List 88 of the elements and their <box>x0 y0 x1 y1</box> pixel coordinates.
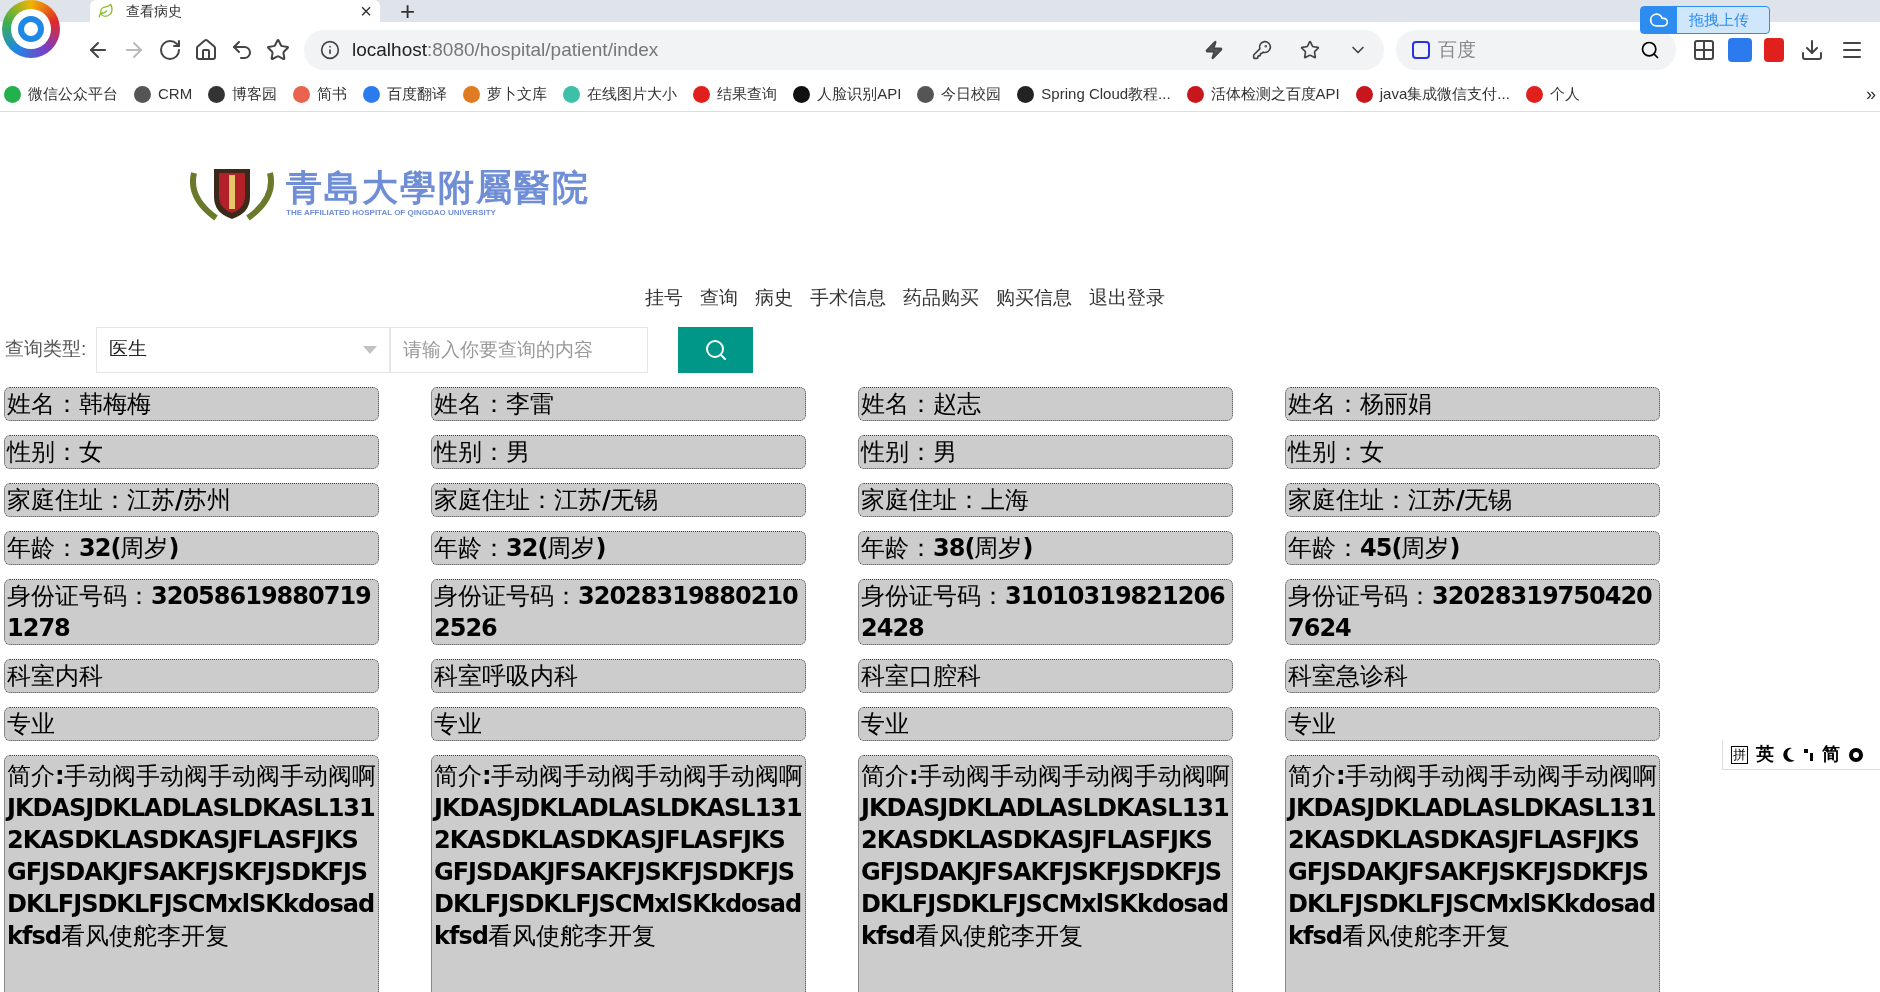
doctor-name: 姓名：李雷 <box>431 386 806 421</box>
doctor-address: 家庭住址：江苏/无锡 <box>431 482 806 517</box>
doctor-intro: 简介:手动阀手动阀手动阀手动阀啊JKDASJDKLADLASLDKASL1312KASDKLASDKASJFLASFJKSGFJSDAKJFSAKFJSKFJSDKFJSDKLFJSDKLFJSCMxlSKkdosadkfsd看风使舵李开复 <box>1285 754 1660 992</box>
doctor-sex: 性别：女 <box>4 434 379 469</box>
doctor-age: 年龄：32(周岁) <box>431 530 806 565</box>
url-text: localhost:8080/hospital/patient/index <box>352 37 659 62</box>
doctor-department: 科室呼吸内科 <box>431 658 806 693</box>
doctor-id-number: 身份证号码：320283197504207624 <box>1285 578 1660 645</box>
bookmark[interactable]: Spring Cloud教程... <box>1017 83 1171 106</box>
undo-icon[interactable] <box>230 38 254 62</box>
doctor-sex: 性别：女 <box>1285 434 1660 469</box>
bookmark[interactable]: CRM <box>134 83 193 106</box>
doctor-name: 姓名：杨丽娟 <box>1285 386 1660 421</box>
nav-link[interactable]: 病史 <box>755 284 793 313</box>
query-type-label: 查询类型: <box>5 337 87 362</box>
doctor-sex: 性别：男 <box>431 434 806 469</box>
type-select[interactable]: 医生 <box>96 326 391 373</box>
search-icon[interactable] <box>1640 40 1660 60</box>
tab-close[interactable]: × <box>360 1 372 21</box>
nav-link[interactable]: 退出登录 <box>1089 284 1165 313</box>
doctor-department: 科室口腔科 <box>858 658 1233 693</box>
doctor-major: 专业 <box>1285 706 1660 741</box>
bookmark[interactable]: 简书 <box>293 83 348 106</box>
lightning-icon[interactable] <box>1204 40 1224 60</box>
search-placeholder: 百度 <box>1438 37 1476 62</box>
bookmark[interactable]: 微信公众平台 <box>4 83 118 106</box>
nav-link[interactable]: 购买信息 <box>996 284 1072 313</box>
bookmark[interactable]: 人脸识别API <box>793 83 902 106</box>
info-icon <box>320 40 340 60</box>
doctor-name: 姓名：赵志 <box>858 386 1233 421</box>
bookmark[interactable]: 在线图片大小 <box>563 83 678 106</box>
hospital-subtitle: THE AFFILIATED HOSPITAL OF QINGDAO UNIVERSITY <box>286 207 497 219</box>
doctor-id-number: 身份证号码：320586198807191278 <box>4 578 379 645</box>
bookmark[interactable]: 活体检测之百度API <box>1186 83 1340 106</box>
doctor-major: 专业 <box>431 706 806 741</box>
doctor-address: 家庭住址：江苏/苏州 <box>4 482 379 517</box>
doctor-department: 科室内科 <box>4 658 379 693</box>
address-bar[interactable]: localhost:8080/hospital/patient/index <box>304 30 1384 70</box>
doctor-intro: 简介:手动阀手动阀手动阀手动阀啊JKDASJDKLADLASLDKASL1312KASDKLASDKASJFLASFJKSGFJSDAKJFSAKFJSKFJSDKFJSDKLFJSDKLFJSCMxlSKkdosadkfsd看风使舵李开复 <box>4 754 379 992</box>
more-bookmarks[interactable]: » <box>1866 81 1876 108</box>
doctor-age: 年龄：32(周岁) <box>4 530 379 565</box>
search-button[interactable] <box>678 326 754 373</box>
new-tab-button[interactable]: + <box>400 0 416 22</box>
doctor-age: 年龄：38(周岁) <box>858 530 1233 565</box>
bookmark[interactable]: java集成微信支付... <box>1355 83 1510 106</box>
doctor-department: 科室急诊科 <box>1285 658 1660 693</box>
hospital-name: 青島大學附屬醫院 <box>286 167 590 207</box>
nav-link[interactable]: 药品购买 <box>903 284 979 313</box>
doctor-intro: 简介:手动阀手动阀手动阀手动阀啊JKDASJDKLADLASLDKASL1312KASDKLASDKASJFLASFJKSGFJSDAKJFSAKFJSKFJSDKFJSDKLFJSDKLFJSCMxlSKkdosadkfsd看风使舵李开复 <box>431 754 806 992</box>
doctor-age: 年龄：45(周岁) <box>1285 530 1660 565</box>
doctor-id-number: 身份证号码：310103198212062428 <box>858 578 1233 645</box>
browser-tab[interactable]: 查看病史 × <box>90 0 380 22</box>
nav-link[interactable]: 挂号 <box>645 284 683 313</box>
cloud-icon <box>1649 10 1669 30</box>
dropdown-icon <box>363 345 378 354</box>
ime-simplified[interactable]: 简 <box>1822 741 1840 768</box>
browser-logo[interactable] <box>2 0 60 58</box>
bookmark[interactable]: 今日校园 <box>917 83 1002 106</box>
bookmark[interactable]: 个人 <box>1525 83 1580 106</box>
doctor-major: 专业 <box>4 706 379 741</box>
ime-english[interactable]: 英 <box>1756 741 1774 768</box>
star-icon[interactable] <box>1300 40 1320 60</box>
leaf-icon <box>98 3 114 19</box>
ime-pinyin[interactable]: 拼 <box>1731 745 1748 764</box>
reload-icon[interactable] <box>158 38 182 62</box>
doctor-major: 专业 <box>858 706 1233 741</box>
bookmark[interactable]: 萝卜文库 <box>463 83 548 106</box>
star-icon[interactable] <box>266 38 290 62</box>
moon-icon[interactable] <box>1782 746 1796 763</box>
bookmark[interactable]: 百度翻译 <box>363 83 448 106</box>
punctuation-icon[interactable] <box>1804 746 1814 763</box>
download-icon[interactable] <box>1800 38 1824 62</box>
search-field[interactable]: 请输入你要查询的内容 <box>390 326 649 373</box>
doctor-sex: 性别：男 <box>858 434 1233 469</box>
search-icon <box>703 337 728 362</box>
doctor-name: 姓名：韩梅梅 <box>4 386 379 421</box>
bookmark[interactable]: 博客园 <box>208 83 278 106</box>
home-icon[interactable] <box>194 38 218 62</box>
doctor-address: 家庭住址：上海 <box>858 482 1233 517</box>
doctor-intro: 简介:手动阀手动阀手动阀手动阀啊JKDASJDKLADLASLDKASL1312KASDKLASDKASJFLASFJKSGFJSDAKJFSAKFJSKFJSDKFJSDKLFJSDKLFJSCMxlSKkdosadkfsd看风使舵李开复 <box>858 754 1233 992</box>
doctor-address: 家庭住址：江苏/无锡 <box>1285 482 1660 517</box>
key-icon[interactable] <box>1252 40 1272 60</box>
nav-link[interactable]: 手术信息 <box>810 284 886 313</box>
upload-label: 拖拽上传 <box>1689 9 1749 30</box>
nav-link[interactable]: 查询 <box>700 284 738 313</box>
doctor-id-number: 身份证号码：320283198802102526 <box>431 578 806 645</box>
bookmark[interactable]: 结果查询 <box>693 83 778 106</box>
tab-title: 查看病史 <box>126 1 182 21</box>
